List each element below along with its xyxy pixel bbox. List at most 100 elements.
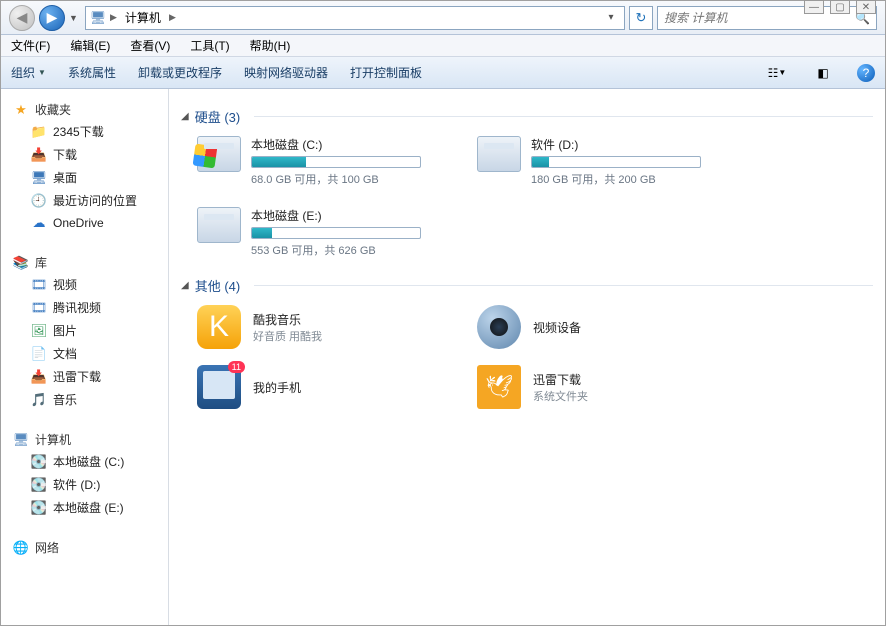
breadcrumb-computer[interactable]: 计算机 <box>121 9 165 26</box>
item-name: 酷我音乐 <box>253 311 322 328</box>
drive-icon <box>197 136 241 172</box>
recent-icon: 🕘 <box>31 193 47 209</box>
help-button[interactable]: ? <box>857 64 875 82</box>
picture-icon: 🖼 <box>31 323 47 339</box>
network-label: 网络 <box>35 539 59 556</box>
network-icon: 🌐 <box>13 540 29 556</box>
address-bar[interactable]: 🖥 ▶ 计算机 ▶ ▾ <box>85 6 625 30</box>
video-icon: 🎞 <box>31 300 47 316</box>
drive-stats: 68.0 GB 可用，共 100 GB <box>251 171 437 187</box>
collapse-icon: ◢ <box>181 111 189 122</box>
sidebar-item-documents[interactable]: 📄文档 <box>5 342 164 365</box>
item-kuwo-music[interactable]: K 酷我音乐 好音质 用酷我 <box>197 305 437 349</box>
libraries-group: 📚 库 🎞视频 🎞腾讯视频 🖼图片 📄文档 📥迅雷下载 🎵音乐 <box>5 252 164 411</box>
sidebar-item-drive-c[interactable]: 💽本地磁盘 (C:) <box>5 450 164 473</box>
network-header[interactable]: 🌐 网络 <box>5 537 164 558</box>
chevron-right-icon: ▶ <box>169 12 176 23</box>
libraries-label: 库 <box>35 254 47 271</box>
sidebar-item-music[interactable]: 🎵音乐 <box>5 388 164 411</box>
navigation-pane: ★ 收藏夹 📁2345下载 📥下载 🖥桌面 🕘最近访问的位置 ☁OneDrive… <box>1 89 169 625</box>
menu-view[interactable]: 查看(V) <box>126 35 174 56</box>
drive-stats: 553 GB 可用，共 626 GB <box>251 242 437 258</box>
maximize-button[interactable]: ▢ <box>830 0 850 14</box>
item-name: 视频设备 <box>533 319 581 336</box>
category-hdd-header[interactable]: ◢ 硬盘 (3) <box>181 107 873 126</box>
computer-header[interactable]: 🖥 计算机 <box>5 429 164 450</box>
sidebar-item-onedrive[interactable]: ☁OneDrive <box>5 212 164 234</box>
sidebar-item-drive-e[interactable]: 💽本地磁盘 (E:) <box>5 496 164 519</box>
history-dropdown[interactable]: ▼ <box>69 13 81 23</box>
refresh-button[interactable]: ↻ <box>629 6 653 30</box>
drive-c[interactable]: 本地磁盘 (C:) 68.0 GB 可用，共 100 GB <box>197 136 437 187</box>
computer-icon: 🖥 <box>90 10 106 26</box>
xunlei-icon <box>477 365 521 409</box>
favorites-label: 收藏夹 <box>35 101 71 118</box>
sidebar-item-drive-d[interactable]: 💽软件 (D:) <box>5 473 164 496</box>
minimize-button[interactable]: — <box>804 0 824 14</box>
uninstall-programs-button[interactable]: 卸载或更改程序 <box>138 64 222 81</box>
sidebar-item-recent[interactable]: 🕘最近访问的位置 <box>5 189 164 212</box>
organize-button[interactable]: 组织▼ <box>11 64 46 81</box>
libraries-header[interactable]: 📚 库 <box>5 252 164 273</box>
system-properties-button[interactable]: 系统属性 <box>68 64 116 81</box>
sidebar-item-desktop[interactable]: 🖥桌面 <box>5 166 164 189</box>
computer-label: 计算机 <box>35 431 71 448</box>
menu-help[interactable]: 帮助(H) <box>246 35 295 56</box>
chevron-right-icon: ▶ <box>110 12 117 23</box>
sidebar-item-2345-downloads[interactable]: 📁2345下载 <box>5 120 164 143</box>
library-icon: 📚 <box>13 255 29 271</box>
download-icon: 📥 <box>31 147 47 163</box>
sidebar-item-pictures[interactable]: 🖼图片 <box>5 319 164 342</box>
item-my-phone[interactable]: 我的手机 <box>197 365 437 409</box>
music-icon: 🎵 <box>31 392 47 408</box>
drive-d[interactable]: 软件 (D:) 180 GB 可用，共 200 GB <box>477 136 717 187</box>
drive-e[interactable]: 本地磁盘 (E:) 553 GB 可用，共 626 GB <box>197 207 437 258</box>
category-other-header[interactable]: ◢ 其他 (4) <box>181 276 873 295</box>
download-icon: 📥 <box>31 369 47 385</box>
address-dropdown[interactable]: ▾ <box>602 12 620 23</box>
drive-name: 本地磁盘 (C:) <box>251 136 437 153</box>
menu-tools[interactable]: 工具(T) <box>186 35 233 56</box>
back-button[interactable]: ◀ <box>9 5 35 31</box>
category-hdd-label: 硬盘 (3) <box>195 107 241 126</box>
item-subtitle: 系统文件夹 <box>533 388 588 404</box>
item-name: 迅雷下载 <box>533 371 588 388</box>
preview-pane-button[interactable]: ◧ <box>811 63 835 83</box>
sidebar-item-xunlei[interactable]: 📥迅雷下载 <box>5 365 164 388</box>
item-video-device[interactable]: 视频设备 <box>477 305 717 349</box>
forward-button[interactable]: ▶ <box>39 5 65 31</box>
kuwo-icon: K <box>197 305 241 349</box>
map-network-drive-button[interactable]: 映射网络驱动器 <box>244 64 328 81</box>
item-xunlei-downloads[interactable]: 迅雷下载 系统文件夹 <box>477 365 717 409</box>
item-name: 我的手机 <box>253 379 301 396</box>
desktop-icon: 🖥 <box>31 170 47 186</box>
folder-icon: 📁 <box>31 124 47 140</box>
window-controls: — ▢ ✕ <box>804 0 876 14</box>
close-button[interactable]: ✕ <box>856 0 876 14</box>
navigation-bar: ◀ ▶ ▼ 🖥 ▶ 计算机 ▶ ▾ ↻ 🔍 <box>1 1 885 35</box>
sidebar-item-videos[interactable]: 🎞视频 <box>5 273 164 296</box>
drive-stats: 180 GB 可用，共 200 GB <box>531 171 717 187</box>
drive-usage-bar <box>531 156 701 168</box>
drive-icon: 💽 <box>31 500 47 516</box>
view-options-button[interactable]: ☷ ▼ <box>765 63 789 83</box>
sidebar-item-tencent-video[interactable]: 🎞腾讯视频 <box>5 296 164 319</box>
menu-file[interactable]: 文件(F) <box>7 35 54 56</box>
document-icon: 📄 <box>31 346 47 362</box>
content-pane: ◢ 硬盘 (3) 本地磁盘 (C:) 68.0 GB 可用，共 100 GB <box>169 89 885 625</box>
collapse-icon: ◢ <box>181 280 189 291</box>
menu-edit[interactable]: 编辑(E) <box>66 35 114 56</box>
other-grid: K 酷我音乐 好音质 用酷我 视频设备 我的手机 <box>181 305 873 409</box>
item-subtitle: 好音质 用酷我 <box>253 328 322 344</box>
menu-bar: 文件(F) 编辑(E) 查看(V) 工具(T) 帮助(H) <box>1 35 885 57</box>
favorites-group: ★ 收藏夹 📁2345下载 📥下载 🖥桌面 🕘最近访问的位置 ☁OneDrive <box>5 99 164 234</box>
favorites-header[interactable]: ★ 收藏夹 <box>5 99 164 120</box>
video-icon: 🎞 <box>31 277 47 293</box>
drive-icon: 💽 <box>31 477 47 493</box>
sidebar-item-downloads[interactable]: 📥下载 <box>5 143 164 166</box>
phone-icon <box>197 365 241 409</box>
open-control-panel-button[interactable]: 打开控制面板 <box>350 64 422 81</box>
drive-icon <box>197 207 241 243</box>
camera-icon <box>477 305 521 349</box>
drive-usage-bar <box>251 227 421 239</box>
